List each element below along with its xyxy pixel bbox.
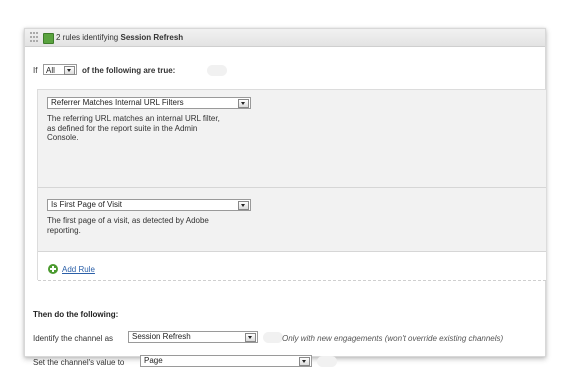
rule-type-select[interactable]: Is First Page of Visit <box>47 199 251 211</box>
value-select[interactable]: Page <box>140 355 312 367</box>
rule-type-value: Is First Page of Visit <box>51 200 122 209</box>
chevron-down-icon[interactable] <box>245 333 256 342</box>
if-label: If <box>33 66 38 75</box>
header-title: 2 rules identifying Session Refresh <box>56 33 183 42</box>
rule-description-line: reporting. <box>47 225 81 235</box>
help-icon[interactable] <box>317 356 337 367</box>
rule-description-line: Console. <box>47 133 79 142</box>
value-label: Set the channel's value to <box>33 358 125 367</box>
help-icon[interactable] <box>207 65 227 76</box>
rule-type-select[interactable]: Referrer Matches Internal URL Filters <box>47 97 251 109</box>
match-select[interactable]: All <box>43 64 77 75</box>
value-select-value: Page <box>144 356 163 365</box>
rule-panel: 2 rules identifying Session Refresh If A… <box>24 28 546 367</box>
rule-description-line: as defined for the report suite in the A… <box>47 123 198 133</box>
plus-circle-icon[interactable] <box>48 264 58 274</box>
rule-icon <box>43 33 54 44</box>
rule-item: Is First Page of Visit The first page of… <box>38 188 546 250</box>
rule-item: Referrer Matches Internal URL Filters Th… <box>38 90 546 188</box>
rule-description: The referring URL matches an internal UR… <box>47 114 257 143</box>
panel-header: 2 rules identifying Session Refresh <box>25 29 545 47</box>
rules-container: Referrer Matches Internal URL Filters Th… <box>37 89 546 281</box>
rule-type-value: Referrer Matches Internal URL Filters <box>51 98 184 107</box>
header-channel-name: Session Refresh <box>120 33 184 42</box>
channel-select-value: Session Refresh <box>132 332 191 341</box>
add-rule-link[interactable]: Add Rule <box>62 265 95 274</box>
chevron-down-icon[interactable] <box>238 201 249 210</box>
rule-description: The first page of a visit, as detected b… <box>47 216 257 235</box>
help-icon[interactable] <box>263 332 283 343</box>
then-heading: Then do the following: <box>33 310 119 319</box>
match-select-value: All <box>46 66 55 75</box>
rule-count: 2 rules identifying <box>56 33 119 42</box>
chevron-down-icon[interactable] <box>299 357 310 366</box>
rule-description-line: The referring URL matches an internal UR… <box>47 114 220 123</box>
condition-suffix: of the following are true: <box>82 66 176 75</box>
channel-select[interactable]: Session Refresh <box>128 331 258 343</box>
engagement-note: Only with new engagements (won't overrid… <box>282 334 504 343</box>
grip-icon[interactable] <box>30 32 39 42</box>
identify-label: Identify the channel as <box>33 334 114 343</box>
chevron-down-icon[interactable] <box>64 66 75 75</box>
chevron-down-icon[interactable] <box>238 99 249 108</box>
add-rule-row: Add Rule <box>38 251 546 281</box>
rule-description-line: The first page of a visit, as detected b… <box>47 216 209 225</box>
